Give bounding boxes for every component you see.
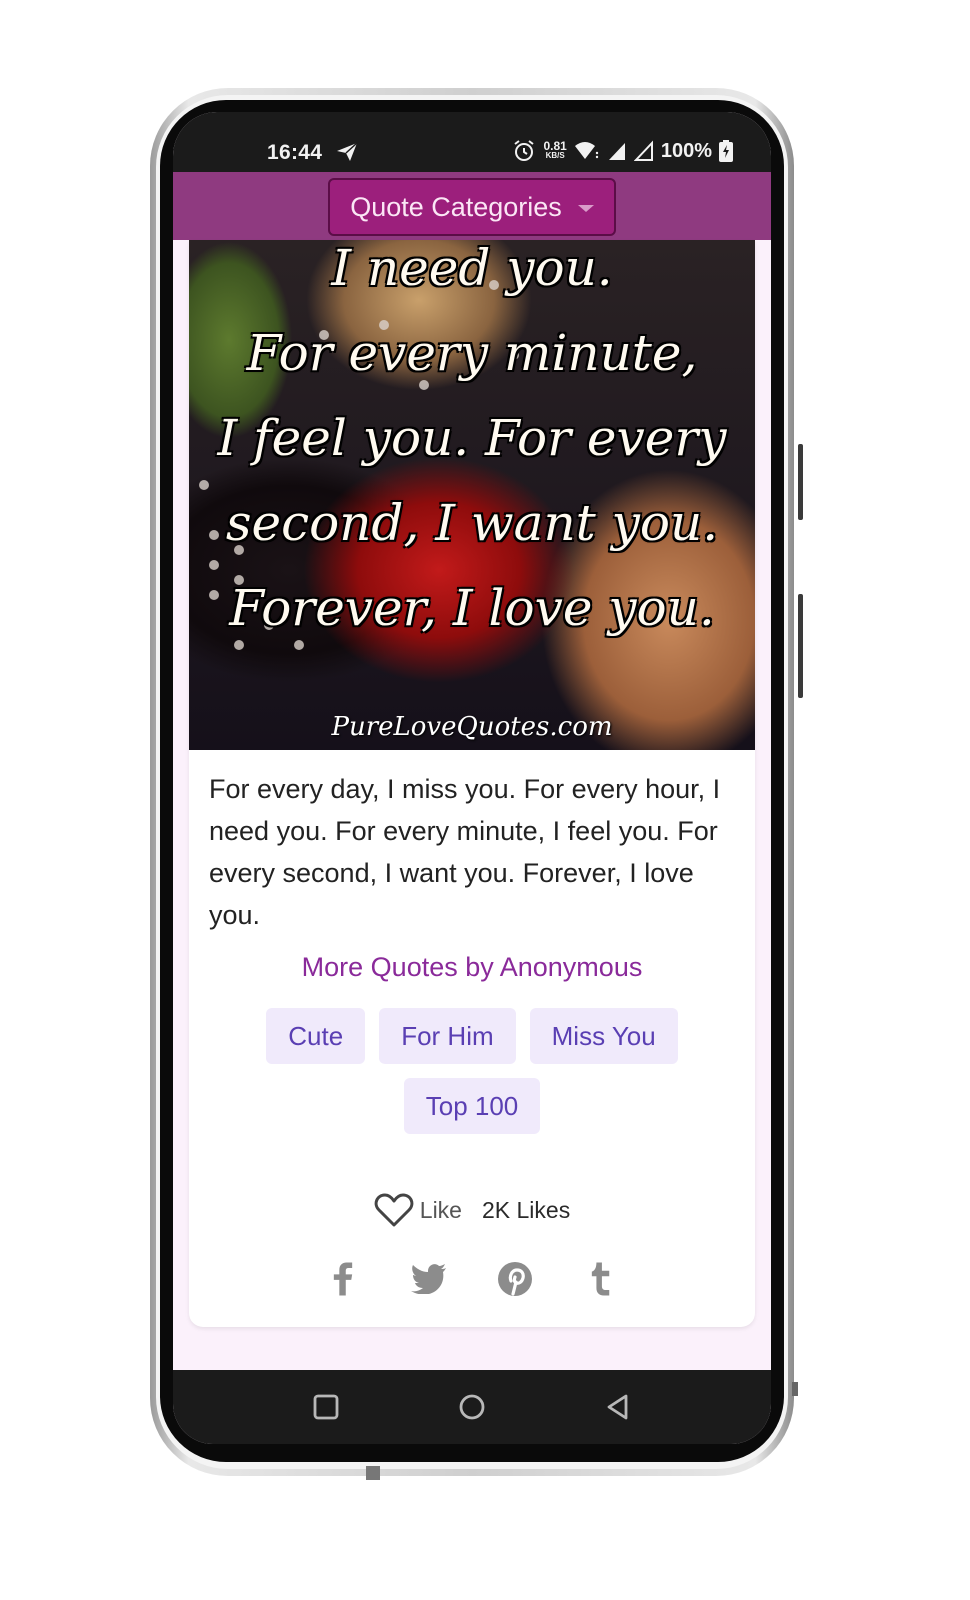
recents-icon[interactable] xyxy=(311,1392,341,1422)
watermark: PureLoveQuotes.com xyxy=(189,712,755,742)
quote-text: For every day, I miss you. For every hou… xyxy=(209,774,721,930)
tag-top-100[interactable]: Top 100 xyxy=(403,1078,541,1134)
watermark-text: PureLoveQuotes.com xyxy=(331,712,613,742)
heart-icon xyxy=(374,1193,414,1227)
status-bar: 16:44 0.81 KB/S 100% xyxy=(173,112,771,172)
system-nav-bar xyxy=(173,1370,771,1444)
quote-categories-dropdown[interactable]: Quote Categories xyxy=(328,178,616,236)
quote-image-line: second, I want you. xyxy=(225,494,719,552)
screen: 16:44 0.81 KB/S 100% Quote Categories I … xyxy=(173,112,771,1444)
quote-image-line: I need you. xyxy=(331,240,613,297)
chevron-down-icon xyxy=(577,205,594,212)
tumblr-icon[interactable] xyxy=(582,1260,620,1298)
tag-for-him[interactable]: For Him xyxy=(379,1008,516,1064)
like-button[interactable]: Like xyxy=(374,1192,462,1228)
app-bar: Quote Categories xyxy=(173,172,771,240)
status-time: 16:44 xyxy=(267,141,323,164)
like-row: Like 2K Likes xyxy=(189,1192,755,1228)
phone-port xyxy=(366,1466,380,1480)
status-icons: 0.81 KB/S 100% xyxy=(512,139,733,163)
network-speed-unit: KB/S xyxy=(545,151,565,160)
share-row xyxy=(189,1260,755,1298)
content-area: I need you. For every minute, I feel you… xyxy=(173,240,771,1370)
signal-icon xyxy=(633,140,653,161)
wifi-icon xyxy=(574,142,599,159)
like-count: 2K Likes xyxy=(481,1196,571,1223)
quote-card: I need you. For every minute, I feel you… xyxy=(189,240,755,1327)
like-label: Like xyxy=(419,1196,462,1223)
alarm-icon xyxy=(514,140,535,161)
power-button xyxy=(798,594,803,698)
quote-image[interactable]: I need you. For every minute, I feel you… xyxy=(189,240,755,750)
battery-charging-icon xyxy=(719,140,733,162)
signal-icon xyxy=(608,143,625,160)
telegram-send-icon xyxy=(337,142,358,161)
twitter-icon[interactable] xyxy=(410,1260,448,1298)
network-speed-value: 0.81 xyxy=(543,139,567,153)
phone-nub xyxy=(792,1382,798,1396)
network-speed: 0.81 KB/S xyxy=(543,139,567,160)
volume-button xyxy=(798,444,803,520)
back-icon[interactable] xyxy=(603,1392,633,1422)
dropdown-label: Quote Categories xyxy=(350,191,562,222)
facebook-icon[interactable] xyxy=(324,1260,362,1298)
author-link[interactable]: More Quotes by Anonymous xyxy=(189,952,755,983)
tag-miss-you[interactable]: Miss You xyxy=(529,1008,678,1064)
home-icon[interactable] xyxy=(457,1392,487,1422)
tag-list: Cute For Him Miss You Top 100 xyxy=(229,1008,715,1134)
quote-image-line: I feel you. For every xyxy=(217,409,727,467)
quote-image-line: Forever, I love you. xyxy=(229,579,715,637)
pinterest-icon[interactable] xyxy=(496,1260,534,1298)
quote-image-line: For every minute, xyxy=(246,324,698,382)
battery-percent: 100% xyxy=(660,139,712,162)
tag-cute[interactable]: Cute xyxy=(266,1008,366,1064)
quote-image-text: I need you. For every minute, I feel you… xyxy=(189,240,755,651)
